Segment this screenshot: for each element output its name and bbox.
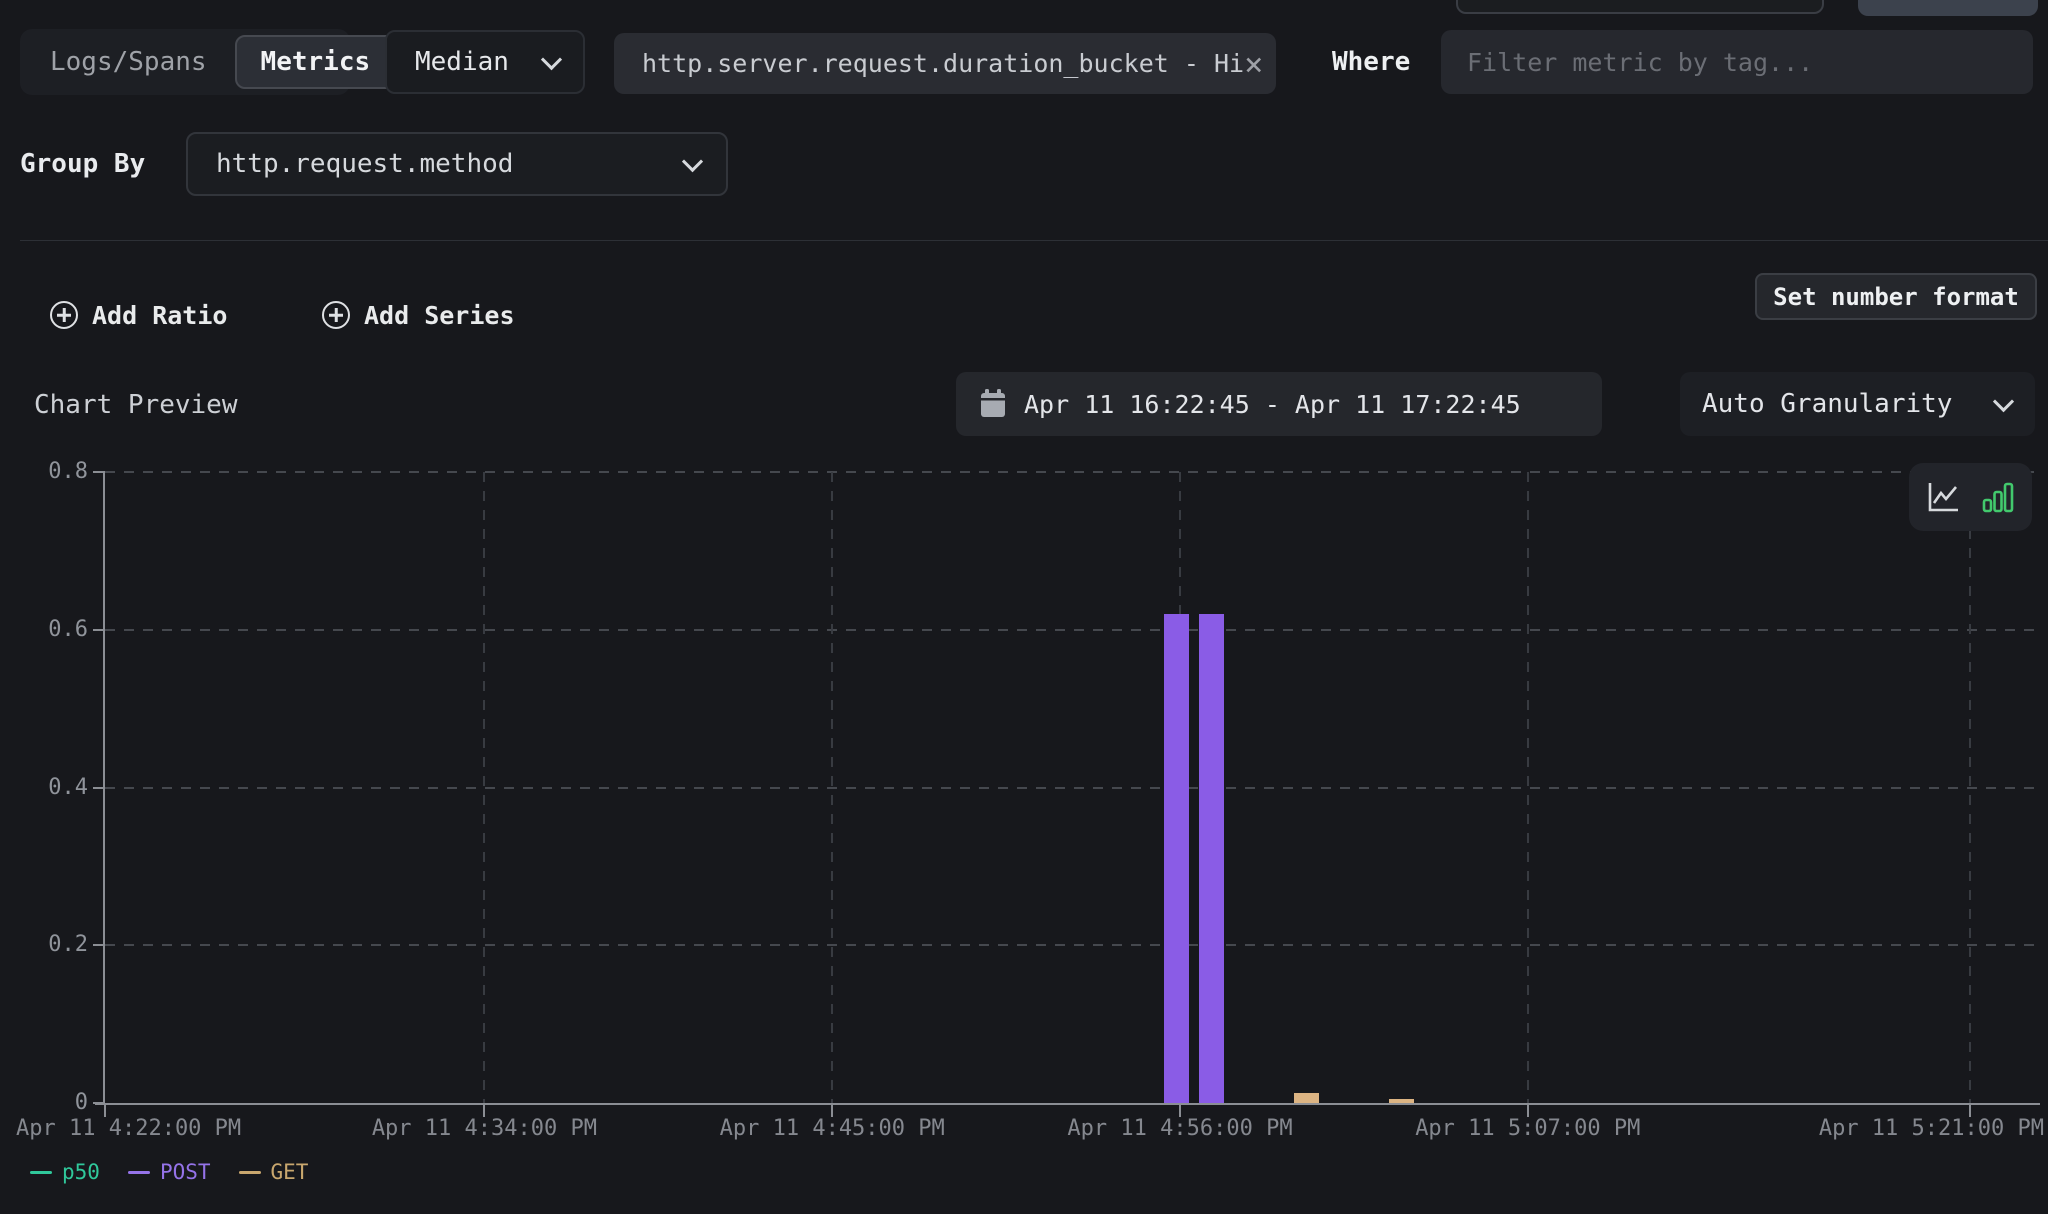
granularity-value: Auto Granularity	[1702, 389, 1952, 419]
toggle-logs-spans[interactable]: Logs/Spans	[26, 35, 231, 89]
y-tickmark-0.6	[93, 629, 105, 631]
legend-label: POST	[160, 1160, 211, 1184]
add-ratio-button[interactable]: Add Ratio	[50, 288, 227, 342]
legend-dash-icon	[30, 1171, 52, 1174]
y-axis-line	[103, 472, 105, 1105]
aggregation-value: Median	[415, 47, 509, 77]
granularity-select[interactable]: Auto Granularity	[1680, 372, 2035, 436]
x-tickmark-0	[104, 1105, 106, 1117]
section-divider	[20, 240, 2048, 241]
x-tick-label: Apr 11 4:34:00 PM	[359, 1115, 609, 1143]
source-toggle-group: Logs/Spans Metrics	[20, 29, 350, 95]
time-range-picker[interactable]: Apr 11 16:22:45 - Apr 11 17:22:45	[956, 372, 1602, 436]
metric-chip[interactable]: http.server.request.duration_bucket - Hi…	[614, 33, 1276, 94]
add-series-label: Add Series	[364, 301, 515, 330]
y-tick-label: 0.6	[14, 615, 88, 645]
x-gridline-3	[1179, 472, 1181, 1103]
y-tickmark-0.4	[93, 787, 105, 789]
metric-chip-label: http.server.request.duration_bucket - Hi	[642, 49, 1244, 78]
cropped-top-input[interactable]	[1456, 0, 1824, 14]
x-tickmark-5	[1969, 1105, 1971, 1117]
plus-circle-icon	[322, 301, 350, 329]
y-tick-label: 0.8	[14, 457, 88, 487]
where-label: Where	[1332, 30, 1410, 94]
time-range-value: Apr 11 16:22:45 - Apr 11 17:22:45	[1024, 390, 1521, 419]
x-tickmark-4	[1527, 1105, 1529, 1117]
legend-label: GET	[271, 1160, 309, 1184]
legend-item-p50[interactable]: p50	[30, 1160, 100, 1184]
remove-metric-icon[interactable]: ×	[1244, 48, 1263, 80]
add-ratio-label: Add Ratio	[92, 301, 227, 330]
x-tick-label: Apr 11 5:07:00 PM	[1403, 1115, 1653, 1143]
toggle-metrics[interactable]: Metrics	[235, 35, 397, 89]
y-tickmark-0	[93, 1102, 105, 1104]
x-gridline-2	[831, 472, 833, 1103]
x-tickmark-2	[831, 1105, 833, 1117]
x-gridline-5	[1969, 472, 1971, 1103]
bar-GET-1	[1389, 1099, 1414, 1103]
bar-POST-1	[1199, 614, 1224, 1103]
chart-type-toggle	[1909, 463, 2032, 531]
legend-label: p50	[62, 1160, 100, 1184]
bar-POST-0	[1164, 614, 1189, 1103]
set-number-format-label: Set number format	[1773, 283, 2019, 311]
line-chart-icon[interactable]	[1926, 479, 1962, 515]
chevron-down-icon	[1993, 391, 2014, 412]
x-gridline-1	[483, 472, 485, 1103]
y-gridline-0.2	[105, 944, 2040, 946]
y-tickmark-0.8	[93, 471, 105, 473]
legend-dash-icon	[239, 1171, 261, 1174]
x-gridline-4	[1527, 472, 1529, 1103]
y-gridline-0.6	[105, 629, 2040, 631]
legend-dash-icon	[128, 1171, 150, 1174]
group-by-value: http.request.method	[216, 149, 513, 179]
x-tick-label: Apr 11 5:21:00 PM	[1794, 1115, 2044, 1143]
group-by-select[interactable]: http.request.method	[186, 132, 728, 196]
x-tick-label: Apr 11 4:22:00 PM	[16, 1115, 266, 1143]
chevron-down-icon	[682, 151, 703, 172]
bar-chart-icon[interactable]	[1980, 479, 2016, 515]
cropped-top-button[interactable]	[1858, 0, 2038, 16]
group-by-label: Group By	[20, 132, 145, 196]
x-tick-label: Apr 11 4:56:00 PM	[1055, 1115, 1305, 1143]
filter-tag-input[interactable]	[1441, 30, 2033, 94]
y-gridline-0.8	[105, 471, 2040, 473]
chart-legend: p50 POST GET	[30, 1154, 308, 1190]
bar-GET-0	[1294, 1093, 1319, 1103]
metric-chart-builder: Logs/Spans Metrics Median http.server.re…	[0, 0, 2048, 1214]
y-tick-label: 0.4	[14, 773, 88, 803]
y-tickmark-0.2	[93, 944, 105, 946]
x-tickmark-3	[1179, 1105, 1181, 1117]
legend-item-GET[interactable]: GET	[239, 1160, 309, 1184]
calendar-icon	[980, 389, 1006, 419]
chart-preview-title: Chart Preview	[34, 374, 238, 436]
set-number-format-button[interactable]: Set number format	[1755, 273, 2037, 320]
aggregation-select[interactable]: Median	[385, 30, 585, 94]
add-series-button[interactable]: Add Series	[322, 288, 515, 342]
plus-circle-icon	[50, 301, 78, 329]
toggle-metrics-label: Metrics	[261, 47, 371, 77]
chevron-down-icon	[541, 49, 562, 70]
y-gridline-0.4	[105, 787, 2040, 789]
x-tick-label: Apr 11 4:45:00 PM	[707, 1115, 957, 1143]
x-tickmark-1	[483, 1105, 485, 1117]
toggle-logs-spans-label: Logs/Spans	[50, 47, 207, 77]
y-tick-label: 0	[14, 1088, 88, 1118]
legend-item-POST[interactable]: POST	[128, 1160, 211, 1184]
x-axis-line	[95, 1103, 2040, 1105]
y-tick-label: 0.2	[14, 930, 88, 960]
